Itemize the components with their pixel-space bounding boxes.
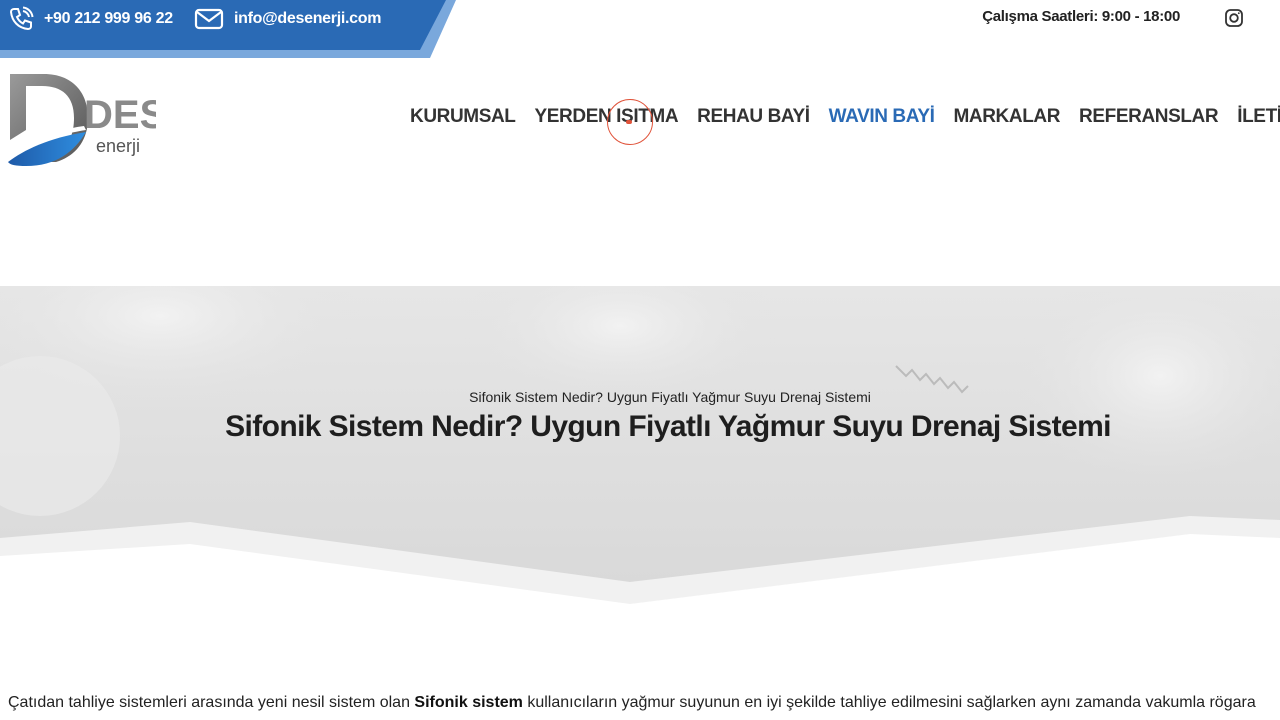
nav-item-markalar[interactable]: MARKALAR [953, 106, 1060, 128]
mouse-cursor [626, 120, 632, 124]
top-bar: +90 212 999 96 22 info@desenerji.com Çal… [0, 0, 1280, 58]
instagram-icon[interactable] [1224, 8, 1244, 28]
nav-item-wavin-bayi[interactable]: WAVIN BAYİ [829, 106, 935, 128]
nav-item-rehau-bayi[interactable]: REHAU BAYİ [697, 106, 810, 128]
phone-link[interactable]: +90 212 999 96 22 [8, 0, 173, 38]
article-intro: Çatıdan tahliye sistemleri arasında yeni… [8, 694, 1256, 712]
page-hero: Sifonik Sistem Nedir? Uygun Fiyatlı Yağm… [0, 286, 1280, 606]
breadcrumb: Sifonik Sistem Nedir? Uygun Fiyatlı Yağm… [469, 389, 871, 405]
phone-number: +90 212 999 96 22 [44, 10, 173, 27]
logo-subtitle: enerji [96, 136, 140, 156]
article-keyword: Sifonik sistem [414, 694, 523, 711]
email-address: info@desenerji.com [234, 10, 382, 27]
nav-item-referanslar[interactable]: REFERANSLAR [1079, 106, 1219, 128]
article-text-end: kullanıcıların yağmur suyunun en iyi şek… [522, 694, 1256, 711]
page-title: Sifonik Sistem Nedir? Uygun Fiyatlı Yağm… [225, 410, 1111, 443]
nav-item-iletisim[interactable]: İLETİŞİM [1237, 106, 1280, 128]
main-nav: KURUMSAL YERDEN ISITMA REHAU BAYİ WAVIN … [410, 106, 1280, 128]
working-hours: Çalışma Saatleri: 9:00 - 18:00 [982, 8, 1180, 25]
hero-background [0, 286, 1280, 606]
phone-icon [8, 6, 34, 32]
logo-letters: DES [84, 93, 156, 137]
mail-icon [194, 6, 224, 32]
email-link[interactable]: info@desenerji.com [194, 0, 381, 38]
site-logo[interactable]: DES enerji [6, 70, 166, 168]
article-text-start: Çatıdan tahliye sistemleri arasında yeni… [8, 694, 415, 711]
nav-item-kurumsal[interactable]: KURUMSAL [410, 106, 516, 128]
